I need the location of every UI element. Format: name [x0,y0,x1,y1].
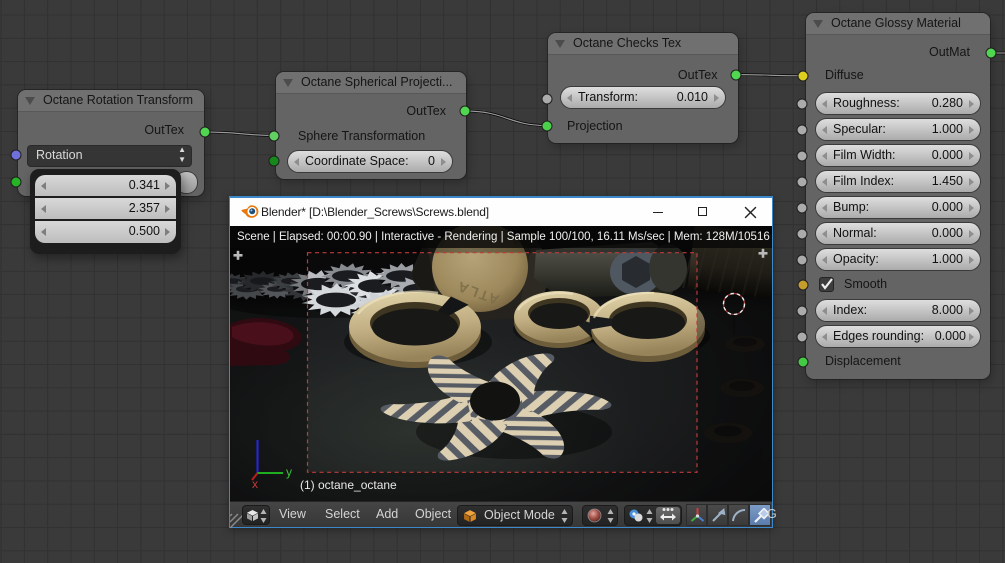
svg-text:x: x [252,477,258,491]
svg-text:y: y [286,465,292,479]
svg-text:(1) octane_octane: (1) octane_octane [300,478,397,492]
